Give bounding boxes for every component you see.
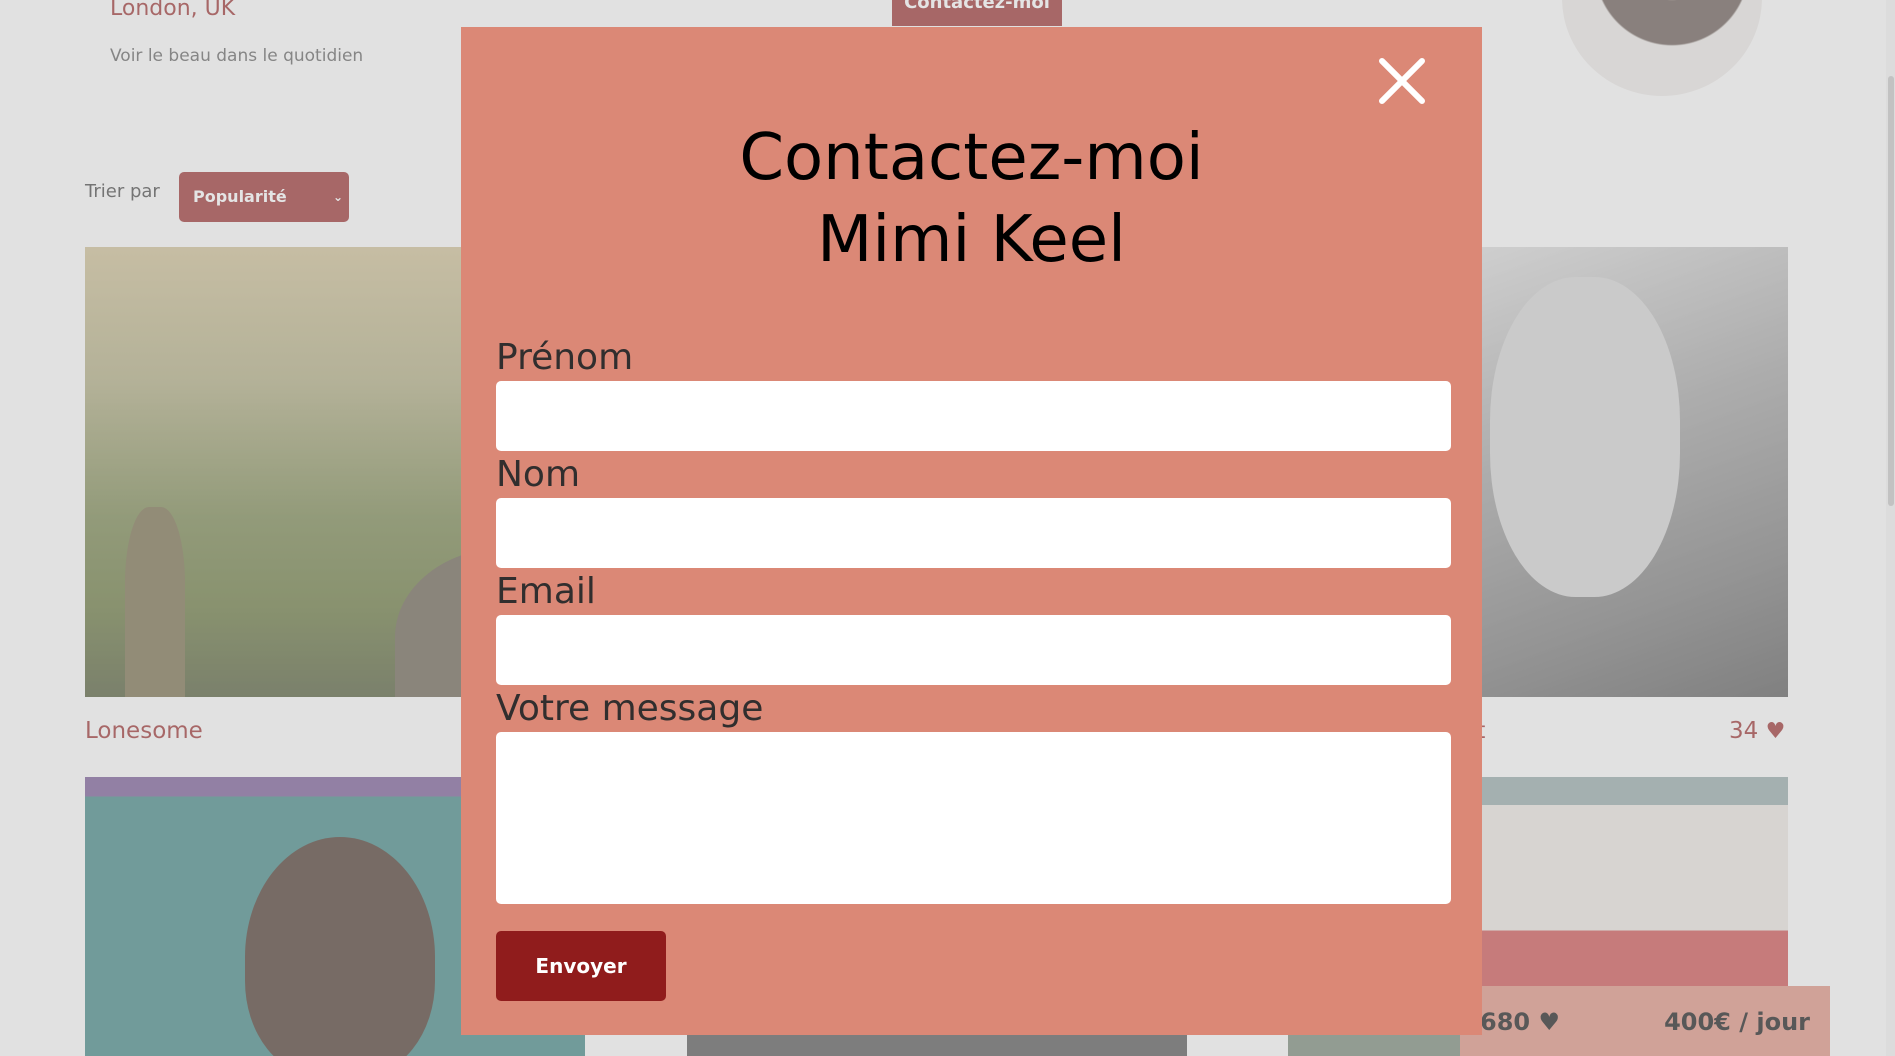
modal-title-line1: Contactez-moi xyxy=(739,121,1204,195)
email-label: Email xyxy=(496,571,596,612)
close-icon xyxy=(1379,58,1425,104)
message-label: Votre message xyxy=(496,688,764,729)
message-textarea[interactable] xyxy=(496,732,1451,904)
email-input[interactable] xyxy=(496,615,1451,685)
first-name-label: Prénom xyxy=(496,337,634,378)
send-button[interactable]: Envoyer xyxy=(496,931,666,1001)
last-name-label: Nom xyxy=(496,454,581,495)
last-name-input[interactable] xyxy=(496,498,1451,568)
close-button[interactable] xyxy=(1376,55,1428,107)
first-name-input[interactable] xyxy=(496,381,1451,451)
contact-modal: Contactez-moi Mimi Keel Prénom Nom Email… xyxy=(461,27,1482,1035)
modal-title: Contactez-moi Mimi Keel xyxy=(461,117,1482,281)
photographer-name: Mimi Keel xyxy=(817,203,1126,277)
